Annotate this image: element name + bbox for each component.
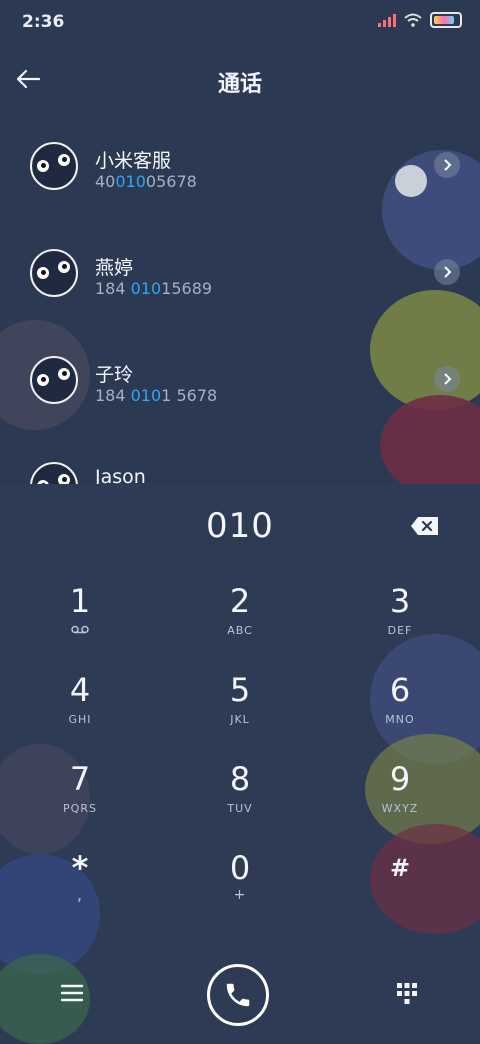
menu-icon <box>60 984 84 1002</box>
number-match-highlight: 010 <box>115 172 146 191</box>
contact-item[interactable]: Jason <box>0 432 480 484</box>
status-bar: 2:36 <box>0 0 480 44</box>
key-letters: DEF <box>387 624 413 637</box>
contact-name: 小米客服 <box>95 150 172 172</box>
chevron-right-icon <box>444 266 452 278</box>
number-match-highlight: 010 <box>130 279 162 298</box>
key-letters: JKL <box>230 713 250 726</box>
key-digit: 6 <box>389 671 411 709</box>
key-letters: + <box>233 887 247 903</box>
key-4[interactable]: 4 GHI <box>20 671 140 751</box>
key-5[interactable]: 5 JKL <box>180 671 300 751</box>
contact-detail-button[interactable] <box>434 152 460 178</box>
key-digit: # <box>389 854 411 882</box>
key-digit: 2 <box>229 582 251 620</box>
contact-detail-button[interactable] <box>434 366 460 392</box>
key-digit: 3 <box>389 582 411 620</box>
key-1[interactable]: 1 <box>20 582 140 662</box>
avatar <box>30 142 78 190</box>
call-button[interactable] <box>207 964 269 1026</box>
key-digit: 7 <box>69 760 91 798</box>
key-letters: MNO <box>385 713 415 726</box>
key-6[interactable]: 6 MNO <box>340 671 460 751</box>
avatar <box>30 462 78 484</box>
contact-list[interactable]: 小米客服 4001005678 燕婷 184 01015689 子玲 184 0… <box>0 112 480 484</box>
contact-number: 4001005678 <box>95 172 197 191</box>
key-0[interactable]: 0 + <box>180 849 300 929</box>
page-title: 通话 <box>217 72 262 97</box>
key-digit: 4 <box>69 671 91 709</box>
contact-name: 燕婷 <box>95 257 134 279</box>
menu-button[interactable] <box>60 984 86 1006</box>
dialer-bottom-bar <box>0 950 480 1040</box>
keypad-toggle-button[interactable] <box>396 982 418 1006</box>
wifi-icon <box>404 13 422 27</box>
key-letters: ABC <box>227 624 253 637</box>
key-digit: 1 <box>69 582 91 620</box>
avatar <box>30 356 78 404</box>
contact-number: 184 01015689 <box>95 279 213 298</box>
status-time: 2:36 <box>22 12 65 32</box>
voicemail-icon <box>20 624 140 637</box>
header: 通话 <box>0 44 480 114</box>
signal-icon <box>378 13 396 27</box>
key-7[interactable]: 7 PQRS <box>20 760 140 840</box>
dial-pad-panel: 010 1 2 ABC 3 DEF 4 GHI 5 JKL 6 MNO 7 PQ… <box>0 484 480 1044</box>
contact-number: 184 0101 5678 <box>95 386 218 405</box>
key-9[interactable]: 9 WXYZ <box>340 760 460 840</box>
avatar <box>30 249 78 297</box>
contact-detail-button[interactable] <box>434 259 460 285</box>
backspace-icon <box>411 517 438 535</box>
contact-item[interactable]: 子玲 184 0101 5678 <box>0 326 480 426</box>
key-letters: WXYZ <box>381 802 419 815</box>
battery-icon <box>430 12 462 28</box>
key-digit: * <box>71 849 89 887</box>
status-icons <box>378 12 462 28</box>
key-8[interactable]: 8 TUV <box>180 760 300 840</box>
dialed-number-display: 010 <box>206 506 274 546</box>
key-star[interactable]: * , <box>20 849 140 929</box>
backspace-button[interactable] <box>410 516 442 538</box>
key-digit: 0 <box>229 849 251 887</box>
contact-name: 子玲 <box>95 364 134 386</box>
phone-icon <box>226 983 250 1007</box>
number-match-highlight: 010 <box>130 386 162 405</box>
keypad-grid-icon <box>397 983 417 1004</box>
contact-item[interactable]: 小米客服 4001005678 <box>0 112 480 212</box>
chevron-right-icon <box>444 373 452 385</box>
key-2[interactable]: 2 ABC <box>180 582 300 662</box>
chevron-right-icon <box>444 159 452 171</box>
contact-item[interactable]: 燕婷 184 01015689 <box>0 219 480 319</box>
key-letters: , <box>76 885 84 904</box>
key-letters: PQRS <box>63 802 97 815</box>
key-digit: 5 <box>229 671 251 709</box>
key-digit: 9 <box>389 760 411 798</box>
key-3[interactable]: 3 DEF <box>340 582 460 662</box>
key-letters: TUV <box>227 802 253 815</box>
key-letters: GHI <box>68 713 92 726</box>
contact-name: Jason <box>95 466 146 484</box>
key-digit: 8 <box>229 760 251 798</box>
key-hash[interactable]: # <box>340 849 460 929</box>
